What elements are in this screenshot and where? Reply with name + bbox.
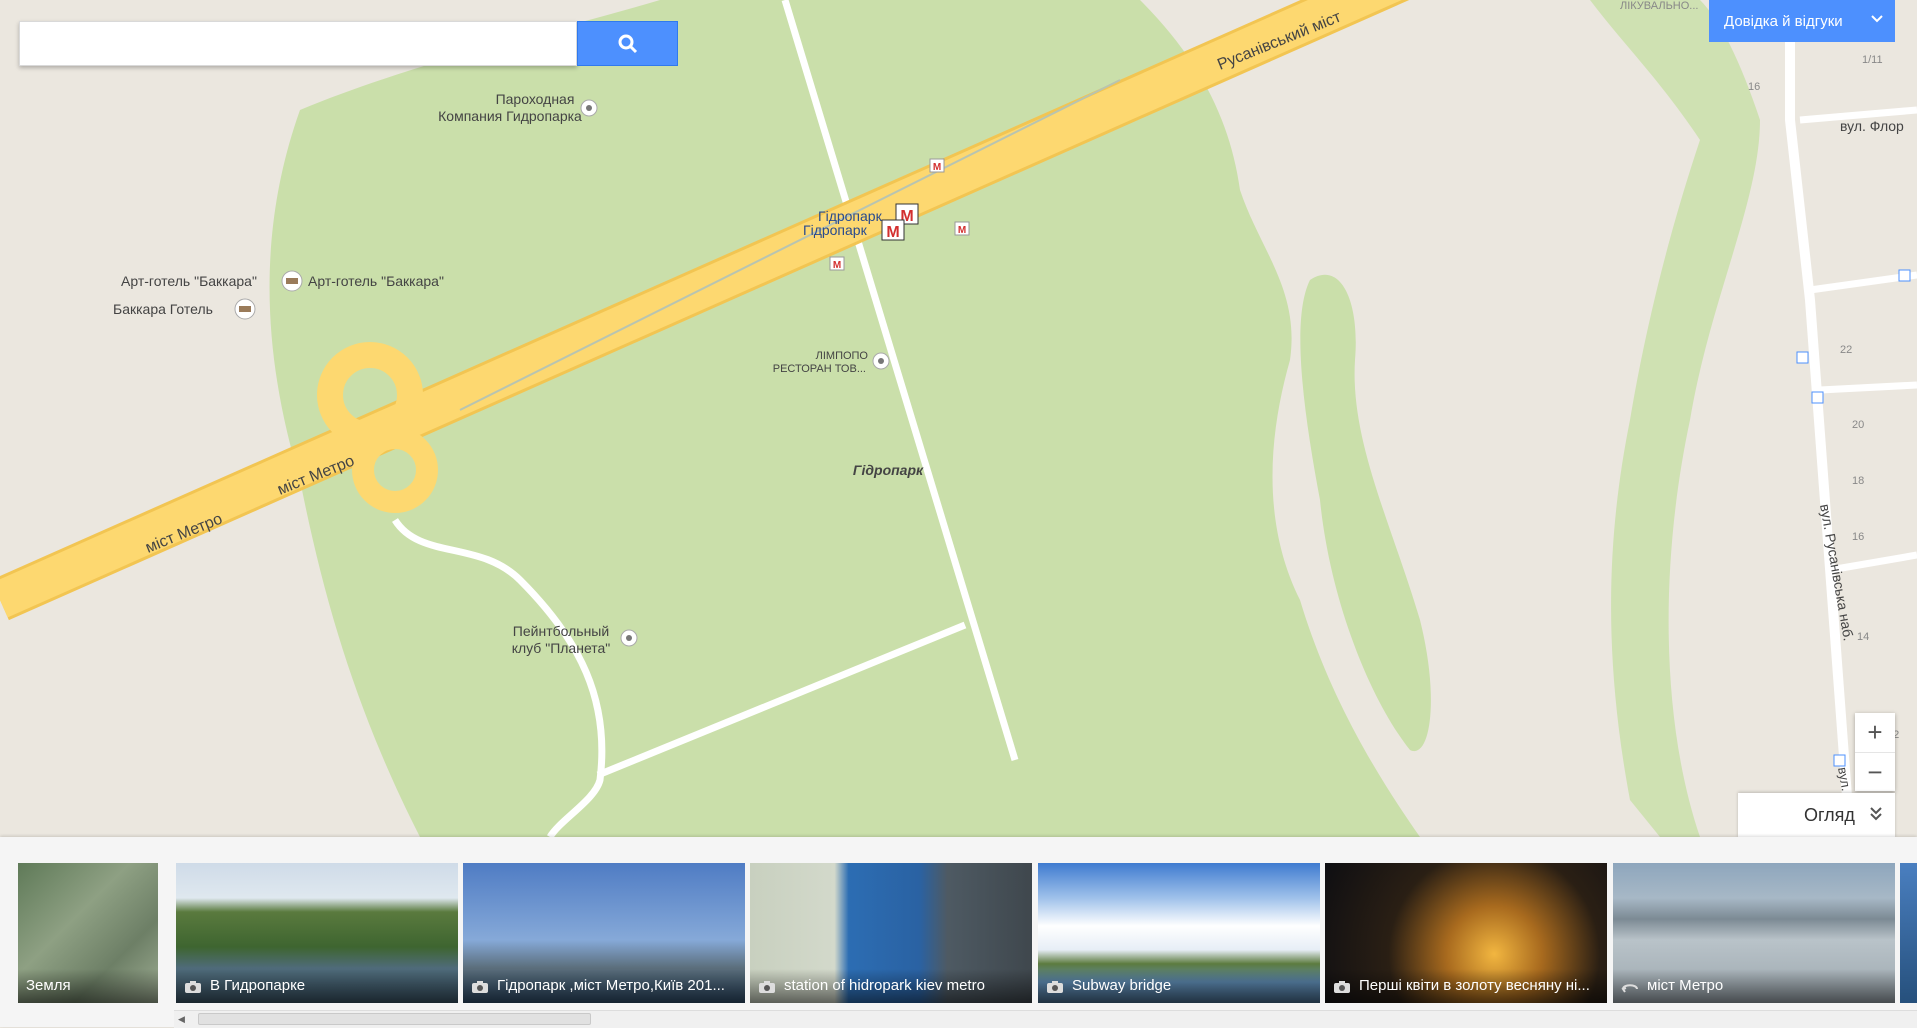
map-label: Арт-готель "Баккара": [308, 273, 444, 289]
svg-text:M: M: [833, 260, 841, 271]
area-label: Гідропарк: [853, 462, 924, 478]
svg-text:M: M: [886, 224, 899, 241]
metro-entrance-icon[interactable]: M: [829, 256, 845, 271]
scrollbar-thumb[interactable]: [198, 1013, 591, 1025]
hotel-icon[interactable]: [281, 270, 303, 292]
camera-icon: [759, 981, 775, 993]
house-number: 16: [1852, 531, 1864, 543]
double-chevron-down-icon: [1870, 807, 1882, 821]
camera-icon: [472, 981, 488, 993]
chevron-down-icon: [1871, 15, 1883, 23]
search-icon: [618, 34, 637, 53]
house-number: 22: [1840, 344, 1852, 356]
poi-icon[interactable]: [872, 352, 890, 370]
help-feedback-button[interactable]: Довідка й відгуки: [1709, 0, 1895, 42]
bus-stop-icon[interactable]: [1898, 269, 1911, 282]
bus-stop-icon[interactable]: [1796, 351, 1809, 364]
house-number: 16: [1748, 81, 1760, 93]
map-label: Пароходная: [496, 91, 575, 107]
map-label: Баккара Готель: [113, 301, 213, 317]
camera-icon: [1047, 981, 1063, 993]
photo-caption: Гідропарк ,міст Метро,Київ 201...: [497, 977, 725, 994]
zoom-control: + −: [1855, 713, 1895, 791]
photo-thumbnail[interactable]: station of hidropark kiev metro: [750, 863, 1032, 1003]
photo-caption: Subway bridge: [1072, 977, 1172, 994]
poi-icon[interactable]: [580, 99, 598, 117]
map-label: РЕСТОРАН ТОВ...: [773, 363, 866, 375]
metro-entrance-icon[interactable]: M: [954, 221, 970, 236]
camera-icon: [1334, 981, 1350, 993]
help-feedback-label: Довідка й відгуки: [1724, 12, 1843, 30]
overview-label: Огляд: [1804, 805, 1855, 825]
map-label: Пейнтбольный: [513, 623, 609, 639]
photo-caption: міст Метро: [1647, 977, 1724, 994]
map-label: клуб "Планета": [512, 640, 611, 656]
search-button[interactable]: [577, 21, 678, 66]
metro-icon[interactable]: M: [881, 219, 905, 241]
street-label: вул. Флор: [1840, 118, 1904, 134]
photo-thumbnail-partial[interactable]: [1900, 863, 1917, 1003]
metro-entrance-icon[interactable]: M: [929, 158, 945, 173]
photo-caption: station of hidropark kiev metro: [784, 977, 985, 994]
photo-thumbnail[interactable]: Гідропарк ,міст Метро,Київ 201...: [463, 863, 745, 1003]
svg-text:M: M: [958, 225, 966, 236]
photo-caption: Перші квіти в золоту весняну ні...: [1359, 977, 1590, 994]
house-number: 20: [1852, 419, 1864, 431]
panorama-icon: [1621, 984, 1638, 993]
bus-stop-icon[interactable]: [1833, 754, 1846, 767]
photo-caption: В Гидропарке: [210, 977, 306, 994]
bus-stop-icon[interactable]: [1811, 391, 1824, 404]
photo-caption: Земля: [26, 977, 71, 994]
hotel-icon[interactable]: [234, 298, 256, 320]
photo-thumbnail[interactable]: В Гидропарке: [176, 863, 458, 1003]
svg-text:M: M: [933, 162, 941, 173]
photo-thumbnail-earth[interactable]: Земля: [18, 863, 158, 1003]
photo-strip-scrollbar[interactable]: ◀: [174, 1010, 1917, 1028]
search-input[interactable]: [20, 22, 576, 65]
photo-thumbnail[interactable]: міст Метро: [1613, 863, 1895, 1003]
house-number: 1/11: [1862, 54, 1883, 66]
zoom-out-button[interactable]: −: [1855, 753, 1895, 792]
map-label: Гідропарк: [803, 222, 868, 238]
house-number: 18: [1852, 475, 1864, 487]
house-number: 14: [1857, 631, 1869, 643]
search-field[interactable]: [19, 21, 577, 66]
scroll-left-arrow-icon[interactable]: ◀: [178, 1014, 185, 1025]
poi-icon[interactable]: [620, 629, 638, 647]
overview-button[interactable]: Огляд: [1738, 793, 1895, 838]
zoom-in-button[interactable]: +: [1855, 713, 1895, 753]
map-label: Компания Гидропарка: [438, 108, 582, 124]
map-label: Арт-готель "Баккара": [121, 273, 257, 289]
photo-strip: Земля В Гидропарке Гідропарк ,міст Метро…: [0, 837, 1917, 1027]
map-label: ЛІМПОПО: [816, 350, 869, 362]
photo-thumbnail[interactable]: Subway bridge: [1038, 863, 1320, 1003]
camera-icon: [185, 981, 201, 993]
map-label: ЛІКУВАЛЬНО...: [1620, 0, 1698, 12]
photo-thumbnail[interactable]: Перші квіти в золоту весняну ні...: [1325, 863, 1607, 1003]
street-road-3: [1819, 381, 1917, 394]
